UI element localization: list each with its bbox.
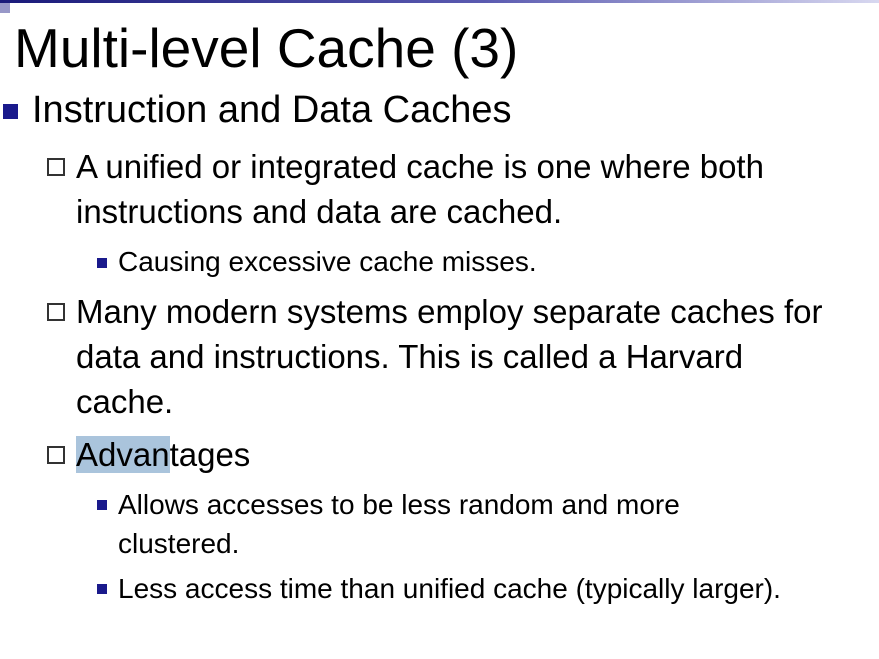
subpoint-less-random: Allows accesses to be less random and mo…: [118, 489, 680, 559]
point-unified-cache: A unified or integrated cache is one whe…: [76, 148, 764, 230]
heading-instruction-data-caches: Instruction and Data Caches: [32, 89, 512, 131]
subpoint-cache-misses: Causing excessive cache misses.: [118, 246, 537, 277]
small-square-bullet-icon: [97, 500, 107, 510]
slide-top-rule: [0, 0, 879, 3]
subpoint-less-access-time: Less access time than unified cache (typ…: [118, 573, 781, 604]
point-advantages[interactable]: Advantages: [76, 432, 846, 477]
hollow-square-bullet-icon: [47, 158, 65, 176]
small-square-bullet-icon: [97, 258, 107, 268]
small-square-bullet-icon: [97, 584, 107, 594]
selected-text[interactable]: Advan: [76, 436, 170, 473]
unselected-text: tages: [169, 436, 251, 473]
bullet-square-icon: [3, 104, 18, 119]
slide-corner-mark: [0, 3, 10, 13]
point-harvard-cache: Many modern systems employ separate cach…: [76, 293, 823, 420]
hollow-square-bullet-icon: [47, 303, 65, 321]
slide-title: Multi-level Cache (3): [14, 17, 519, 79]
hollow-square-bullet-icon: [47, 446, 65, 464]
